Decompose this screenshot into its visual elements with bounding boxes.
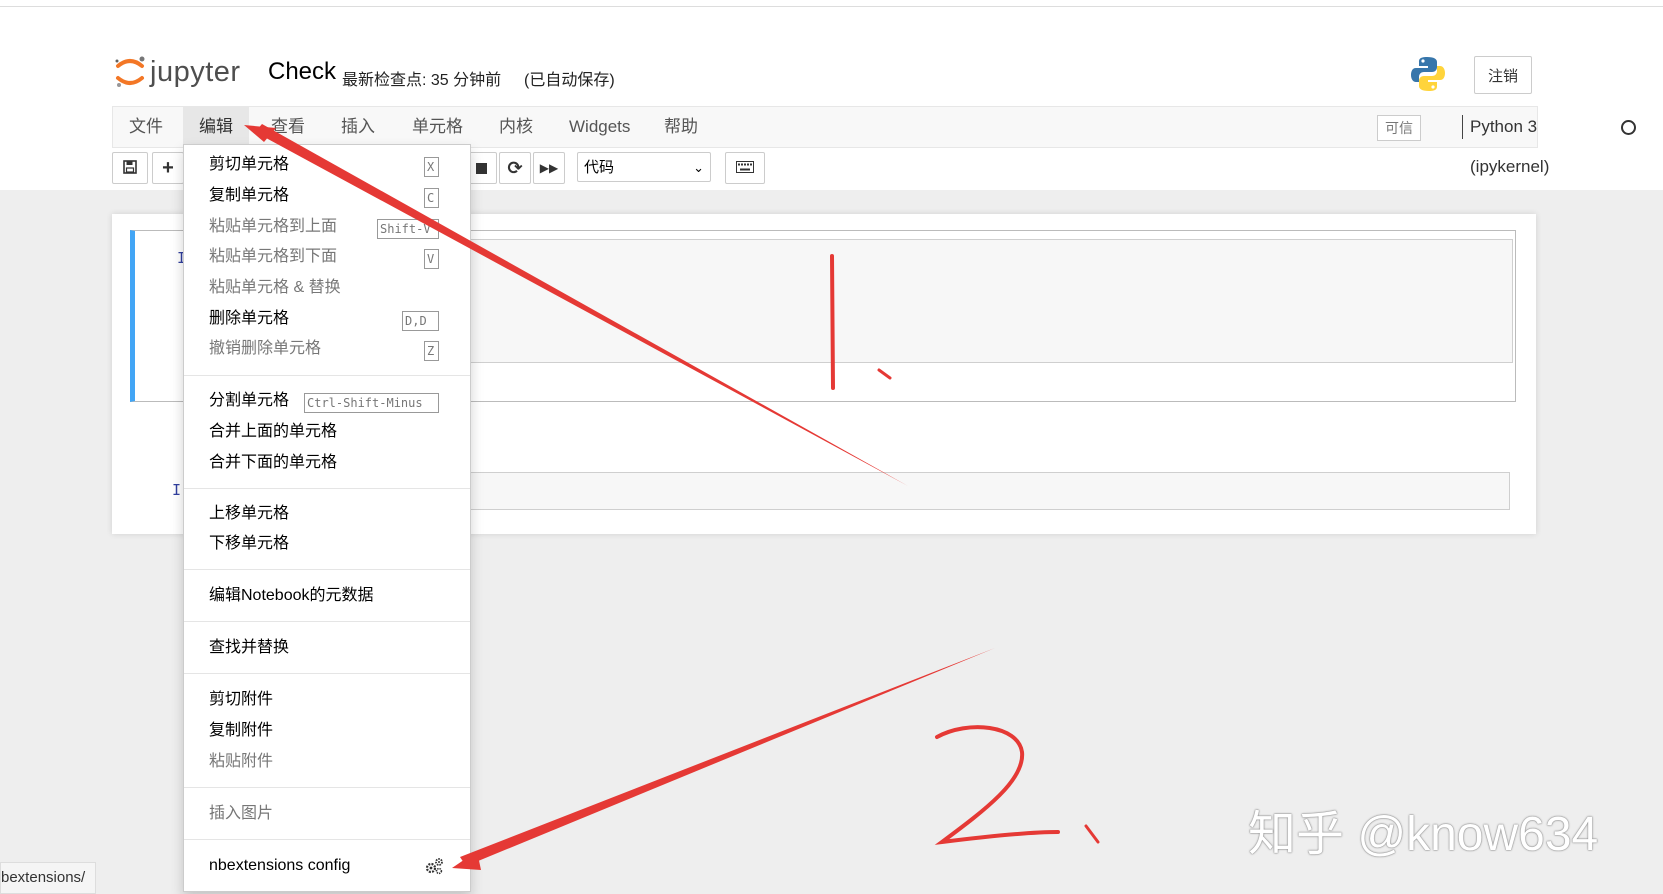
edit-dropdown-menu: 剪切单元格 X 复制单元格 C 粘贴单元格到上面 Shift-V 粘贴单元格到下…: [183, 144, 471, 892]
add-cell-button[interactable]: +: [152, 152, 184, 184]
menu-divider: [184, 488, 470, 489]
menu-item-merge-cell-below[interactable]: 合并下面的单元格: [209, 451, 337, 475]
kernel-name[interactable]: Python 3 (ipykernel): [1470, 107, 1549, 187]
refresh-icon: ⟳: [507, 157, 523, 178]
menu-item-cut-cell[interactable]: 剪切单元格: [209, 153, 289, 177]
kernel-status-icon: [1621, 120, 1636, 135]
floppy-disk-icon: [123, 159, 137, 177]
menu-item-delete-cell[interactable]: 删除单元格: [209, 307, 289, 331]
menu-divider: [184, 787, 470, 788]
cell-input-area[interactable]: [444, 472, 1510, 510]
gears-icon: [424, 857, 444, 880]
menu-item-paste-attachments[interactable]: 粘贴附件: [209, 750, 273, 774]
shortcut-key: C: [424, 188, 439, 208]
menu-item-move-cell-up[interactable]: 上移单元格: [209, 502, 289, 526]
stop-icon: [475, 162, 487, 174]
menu-item-split-cell[interactable]: 分割单元格: [209, 389, 289, 413]
menu-item-insert-image[interactable]: 插入图片: [209, 802, 273, 826]
menu-kernel[interactable]: 内核: [483, 107, 549, 147]
top-divider: [0, 6, 1663, 7]
jupyter-logo-icon: [114, 54, 146, 90]
menu-item-paste-cell-above[interactable]: 粘贴单元格到上面: [209, 215, 337, 239]
menu-widgets[interactable]: Widgets: [553, 107, 646, 147]
menu-item-paste-cell-below[interactable]: 粘贴单元格到下面: [209, 245, 337, 269]
menu-divider: [184, 621, 470, 622]
arrow-to-nbextensions: [452, 648, 995, 870]
keyboard-icon: [736, 160, 754, 176]
cell-type-select[interactable]: 代码 ⌄: [577, 152, 711, 182]
menu-divider: [184, 673, 470, 674]
watermark: 知乎 @know634: [1248, 808, 1599, 861]
chevron-down-icon: ⌄: [693, 160, 704, 175]
checkpoint-status: 最新检查点: 35 分钟前: [342, 72, 502, 89]
handwritten-number-2: [934, 725, 1100, 845]
notebook-name[interactable]: Check: [268, 58, 336, 86]
menu-cell[interactable]: 单元格: [396, 107, 479, 147]
cell-input-area[interactable]: [465, 239, 1513, 363]
trusted-indicator[interactable]: 可信: [1377, 115, 1421, 141]
jupyter-logo-text: jupyter: [150, 55, 241, 88]
menu-item-find-replace[interactable]: 查找并替换: [209, 636, 289, 660]
kernel-separator: [1462, 115, 1463, 139]
shortcut-key: Ctrl-Shift-Minus: [304, 393, 439, 413]
menu-item-undo-delete-cell[interactable]: 撤销删除单元格: [209, 337, 321, 361]
fast-forward-icon: ▶▶: [539, 161, 559, 175]
save-button[interactable]: [112, 152, 148, 184]
menu-divider: [184, 569, 470, 570]
menu-item-cut-attachments[interactable]: 剪切附件: [209, 688, 273, 712]
menu-help[interactable]: 帮助: [648, 107, 714, 147]
menu-file[interactable]: 文件: [113, 107, 179, 147]
cell-prompt: I: [172, 481, 182, 499]
restart-run-all-button[interactable]: ▶▶: [533, 152, 565, 184]
plus-icon: +: [162, 156, 174, 179]
menu-item-merge-cell-above[interactable]: 合并上面的单元格: [209, 420, 337, 444]
restart-kernel-button[interactable]: ⟳: [499, 152, 531, 184]
cell-type-value: 代码: [584, 159, 615, 176]
menu-item-copy-cell[interactable]: 复制单元格: [209, 184, 289, 208]
python-logo-icon: [1408, 54, 1448, 94]
menu-divider: [184, 375, 470, 376]
status-bar-url: bextensions/: [0, 862, 97, 894]
shortcut-key: Z: [424, 341, 439, 361]
menu-item-paste-cell-replace[interactable]: 粘贴单元格 & 替换: [209, 276, 341, 300]
menu-insert[interactable]: 插入: [325, 107, 391, 147]
autosave-status: (已自动保存): [524, 72, 615, 89]
shortcut-key: V: [424, 249, 439, 269]
shortcut-key: X: [424, 157, 439, 177]
menu-edit[interactable]: 编辑: [183, 107, 249, 147]
jupyter-logo[interactable]: jupyter: [114, 54, 241, 90]
menu-view[interactable]: 查看: [255, 107, 321, 147]
command-palette-button[interactable]: [725, 152, 765, 184]
menu-item-copy-attachments[interactable]: 复制附件: [209, 719, 273, 743]
menu-item-edit-notebook-metadata[interactable]: 编辑Notebook的元数据: [209, 584, 374, 608]
shortcut-key: Shift-V: [377, 219, 439, 239]
menubar: 文件 编辑 查看 插入 单元格 内核 Widgets 帮助 可信 Python …: [112, 106, 1636, 176]
menu-item-nbextensions-config[interactable]: nbextensions config: [209, 854, 350, 878]
menu-item-move-cell-down[interactable]: 下移单元格: [209, 532, 289, 556]
logout-button[interactable]: 注销: [1474, 56, 1532, 94]
menu-divider: [184, 839, 470, 840]
shortcut-key: D,D: [402, 311, 439, 331]
